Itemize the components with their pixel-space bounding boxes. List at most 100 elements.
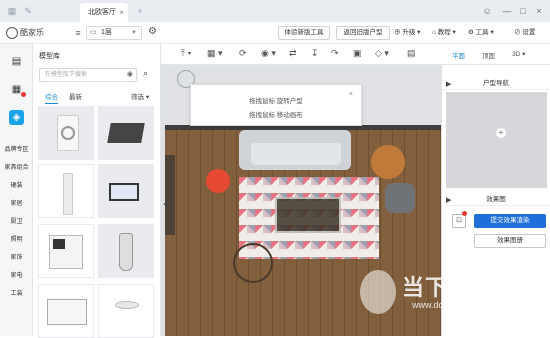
model-card-cabinet[interactable] xyxy=(38,224,94,278)
model-card-shelf[interactable] xyxy=(38,284,94,338)
save-icon[interactable]: ▣ xyxy=(353,48,362,59)
zoom-in-icon[interactable]: + xyxy=(496,128,506,138)
tab-ceiling[interactable]: 顶面 xyxy=(482,50,495,60)
model-card-washer[interactable] xyxy=(38,106,94,160)
tab-design[interactable]: 北欧客厅 × xyxy=(80,3,128,22)
tab-comprehensive[interactable]: 综合 xyxy=(45,91,58,104)
floor-icon: ▭ xyxy=(90,29,97,36)
view-icon[interactable]: ◉ ▾ xyxy=(261,48,276,59)
filter-icon: ▾ xyxy=(145,94,150,101)
notification-badge xyxy=(21,92,26,97)
map-icon[interactable]: ▤ xyxy=(407,48,416,59)
watermark-sub: www.downxia.com xyxy=(412,300,487,310)
close-window-button[interactable]: × xyxy=(532,4,546,18)
user-icon[interactable]: ☺ xyxy=(480,4,494,18)
logo-text: 酷家乐 xyxy=(20,28,44,37)
share-icon[interactable]: ⟳ xyxy=(239,48,247,59)
grid-icon[interactable]: ▦ xyxy=(6,5,18,17)
rail-item-lighting[interactable]: 照明 xyxy=(0,234,33,243)
tutorial-label: 教程 xyxy=(437,29,451,36)
close-icon[interactable]: × xyxy=(119,3,124,22)
model-card-laptop[interactable] xyxy=(98,106,154,160)
tab-newest[interactable]: 最新 xyxy=(69,91,82,101)
tab-plan[interactable]: 平面 xyxy=(452,50,465,60)
redo-icon[interactable]: ↷ xyxy=(331,48,339,59)
render-settings-icon[interactable]: ⊡ xyxy=(452,214,466,228)
pin-icon[interactable]: ✎ xyxy=(22,5,34,17)
settings-menu[interactable]: ⊘ 设置 xyxy=(514,26,535,40)
coffee-table[interactable] xyxy=(275,197,341,233)
layout-icon[interactable]: ▤ xyxy=(9,54,24,69)
rail-item-commercial[interactable]: 工装 xyxy=(0,288,33,297)
watermark-logo xyxy=(360,270,396,314)
tools-label: 工具 xyxy=(475,29,489,36)
try-new-tool-button[interactable]: 体验新版工具 xyxy=(278,26,330,40)
search-placeholder: 在模型库下搜索 xyxy=(45,72,88,78)
title-bar: ▦ ✎ 北欧客厅 × + ☺ — □ × xyxy=(0,0,550,22)
canvas-toolbar: ⤒ ▾ ▦ ▾ ⟳ ◉ ▾ ⇄ ↧ ↷ ▣ ◇ ▾ ▤ xyxy=(161,44,442,65)
upgrade-menu[interactable]: ⊕ 升级 ▾ xyxy=(394,26,420,40)
library-title: 模型库 xyxy=(39,53,60,60)
model-library-panel: 模型库 在模型库下搜索 ◉ ⌕ 综合 最新 筛选 ▾ xyxy=(33,44,161,338)
rail-item-kitchen-bath[interactable]: 厨卫 xyxy=(0,216,33,225)
model-card-air-cond[interactable] xyxy=(38,164,94,218)
back-old-button[interactable]: 返回旧版户型 xyxy=(336,26,390,40)
chevron-down-icon: ▼ xyxy=(131,30,137,36)
tutorial-menu[interactable]: ⌂ 教程 ▾ xyxy=(432,26,456,40)
round-side-table[interactable] xyxy=(371,145,405,179)
close-icon[interactable]: × xyxy=(349,91,353,98)
operation-tip: 拖拽鼠标 旋转户型 拖拽鼠标 移动画布 × xyxy=(190,84,362,126)
left-rail: ▤ ▦ ◈ 品牌专区 家具组合 硬装 家居 厨卫 照明 家饰 家电 工装 xyxy=(0,44,33,336)
filter-button[interactable]: 筛选 ▾ xyxy=(131,91,149,101)
model-card-blender[interactable] xyxy=(98,224,154,278)
measure-icon[interactable]: ↧ xyxy=(311,48,319,59)
tab-3d[interactable]: 3D ▾ xyxy=(512,50,525,58)
collapse-left-icon[interactable]: ◀ xyxy=(163,200,168,208)
search-icon[interactable]: ⌕ xyxy=(143,68,148,79)
filter-label: 筛选 xyxy=(131,94,144,101)
rail-item-furniture-set[interactable]: 家具组合 xyxy=(0,162,33,171)
laptop-thumb xyxy=(107,123,145,143)
potted-plant[interactable] xyxy=(233,243,273,283)
rail-item-appliance[interactable]: 家电 xyxy=(0,270,33,279)
red-chair[interactable] xyxy=(206,169,230,193)
calendar-icon[interactable]: ▦ ▾ xyxy=(207,48,223,59)
model-card-ceiling-light[interactable] xyxy=(98,284,154,338)
navigation-minimap[interactable] xyxy=(446,92,547,188)
tip-pan: 拖拽鼠标 移动画布 xyxy=(249,112,303,119)
menu-icon[interactable]: ≡ xyxy=(72,27,84,39)
tab-label: 北欧客厅 xyxy=(88,9,116,16)
rail-item-brand[interactable]: 品牌专区 xyxy=(0,144,33,153)
light-thumb xyxy=(115,301,139,309)
effects-title: 效果图 xyxy=(442,194,550,206)
gear-icon[interactable]: ⚙ xyxy=(148,26,157,37)
sync-icon[interactable]: ⇄ xyxy=(289,48,297,59)
effects-gallery-button[interactable]: 效果图册 xyxy=(474,234,546,248)
rail-item-decor[interactable]: 家饰 xyxy=(0,252,33,261)
logo: 酷家乐 xyxy=(6,25,44,41)
search-input[interactable]: 在模型库下搜索 ◉ xyxy=(39,68,137,82)
cabinet-thumb xyxy=(49,235,83,269)
upload-icon[interactable]: ⤒ ▾ xyxy=(181,48,191,59)
model-library-icon[interactable]: ◈ xyxy=(9,110,24,125)
notification-badge xyxy=(462,211,467,216)
grey-armchair[interactable] xyxy=(385,183,415,213)
side-cabinet[interactable] xyxy=(165,155,175,235)
floor-value: 1层 xyxy=(101,29,112,36)
main-toolbar: 酷家乐 ≡ ▭ 1层 ▼ ⚙ 体验新版工具 返回旧版户型 ⊕ 升级 ▾ ⌂ 教程… xyxy=(0,22,550,44)
add-tab-icon[interactable]: + xyxy=(134,5,146,17)
rail-item-home[interactable]: 家居 xyxy=(0,198,33,207)
sofa-seat xyxy=(251,143,341,165)
nav-title: 户型导航 xyxy=(442,78,550,90)
model-card-laptop-2[interactable] xyxy=(98,164,154,218)
minimize-button[interactable]: — xyxy=(500,4,514,18)
tools-menu[interactable]: ⚙ 工具 ▾ xyxy=(468,26,494,40)
maximize-button[interactable]: □ xyxy=(516,4,530,18)
rail-item-hard-decor[interactable]: 硬装 xyxy=(0,180,33,189)
tip-rotate: 拖拽鼠标 旋转户型 xyxy=(249,98,303,105)
floor-select[interactable]: ▭ 1层 ▼ xyxy=(86,26,142,40)
submit-render-button[interactable]: 提交效果渲染 xyxy=(474,214,546,228)
camera-icon[interactable]: ◉ xyxy=(127,69,133,81)
eraser-icon[interactable]: ◇ ▾ xyxy=(375,48,389,59)
blender-thumb xyxy=(119,233,133,271)
